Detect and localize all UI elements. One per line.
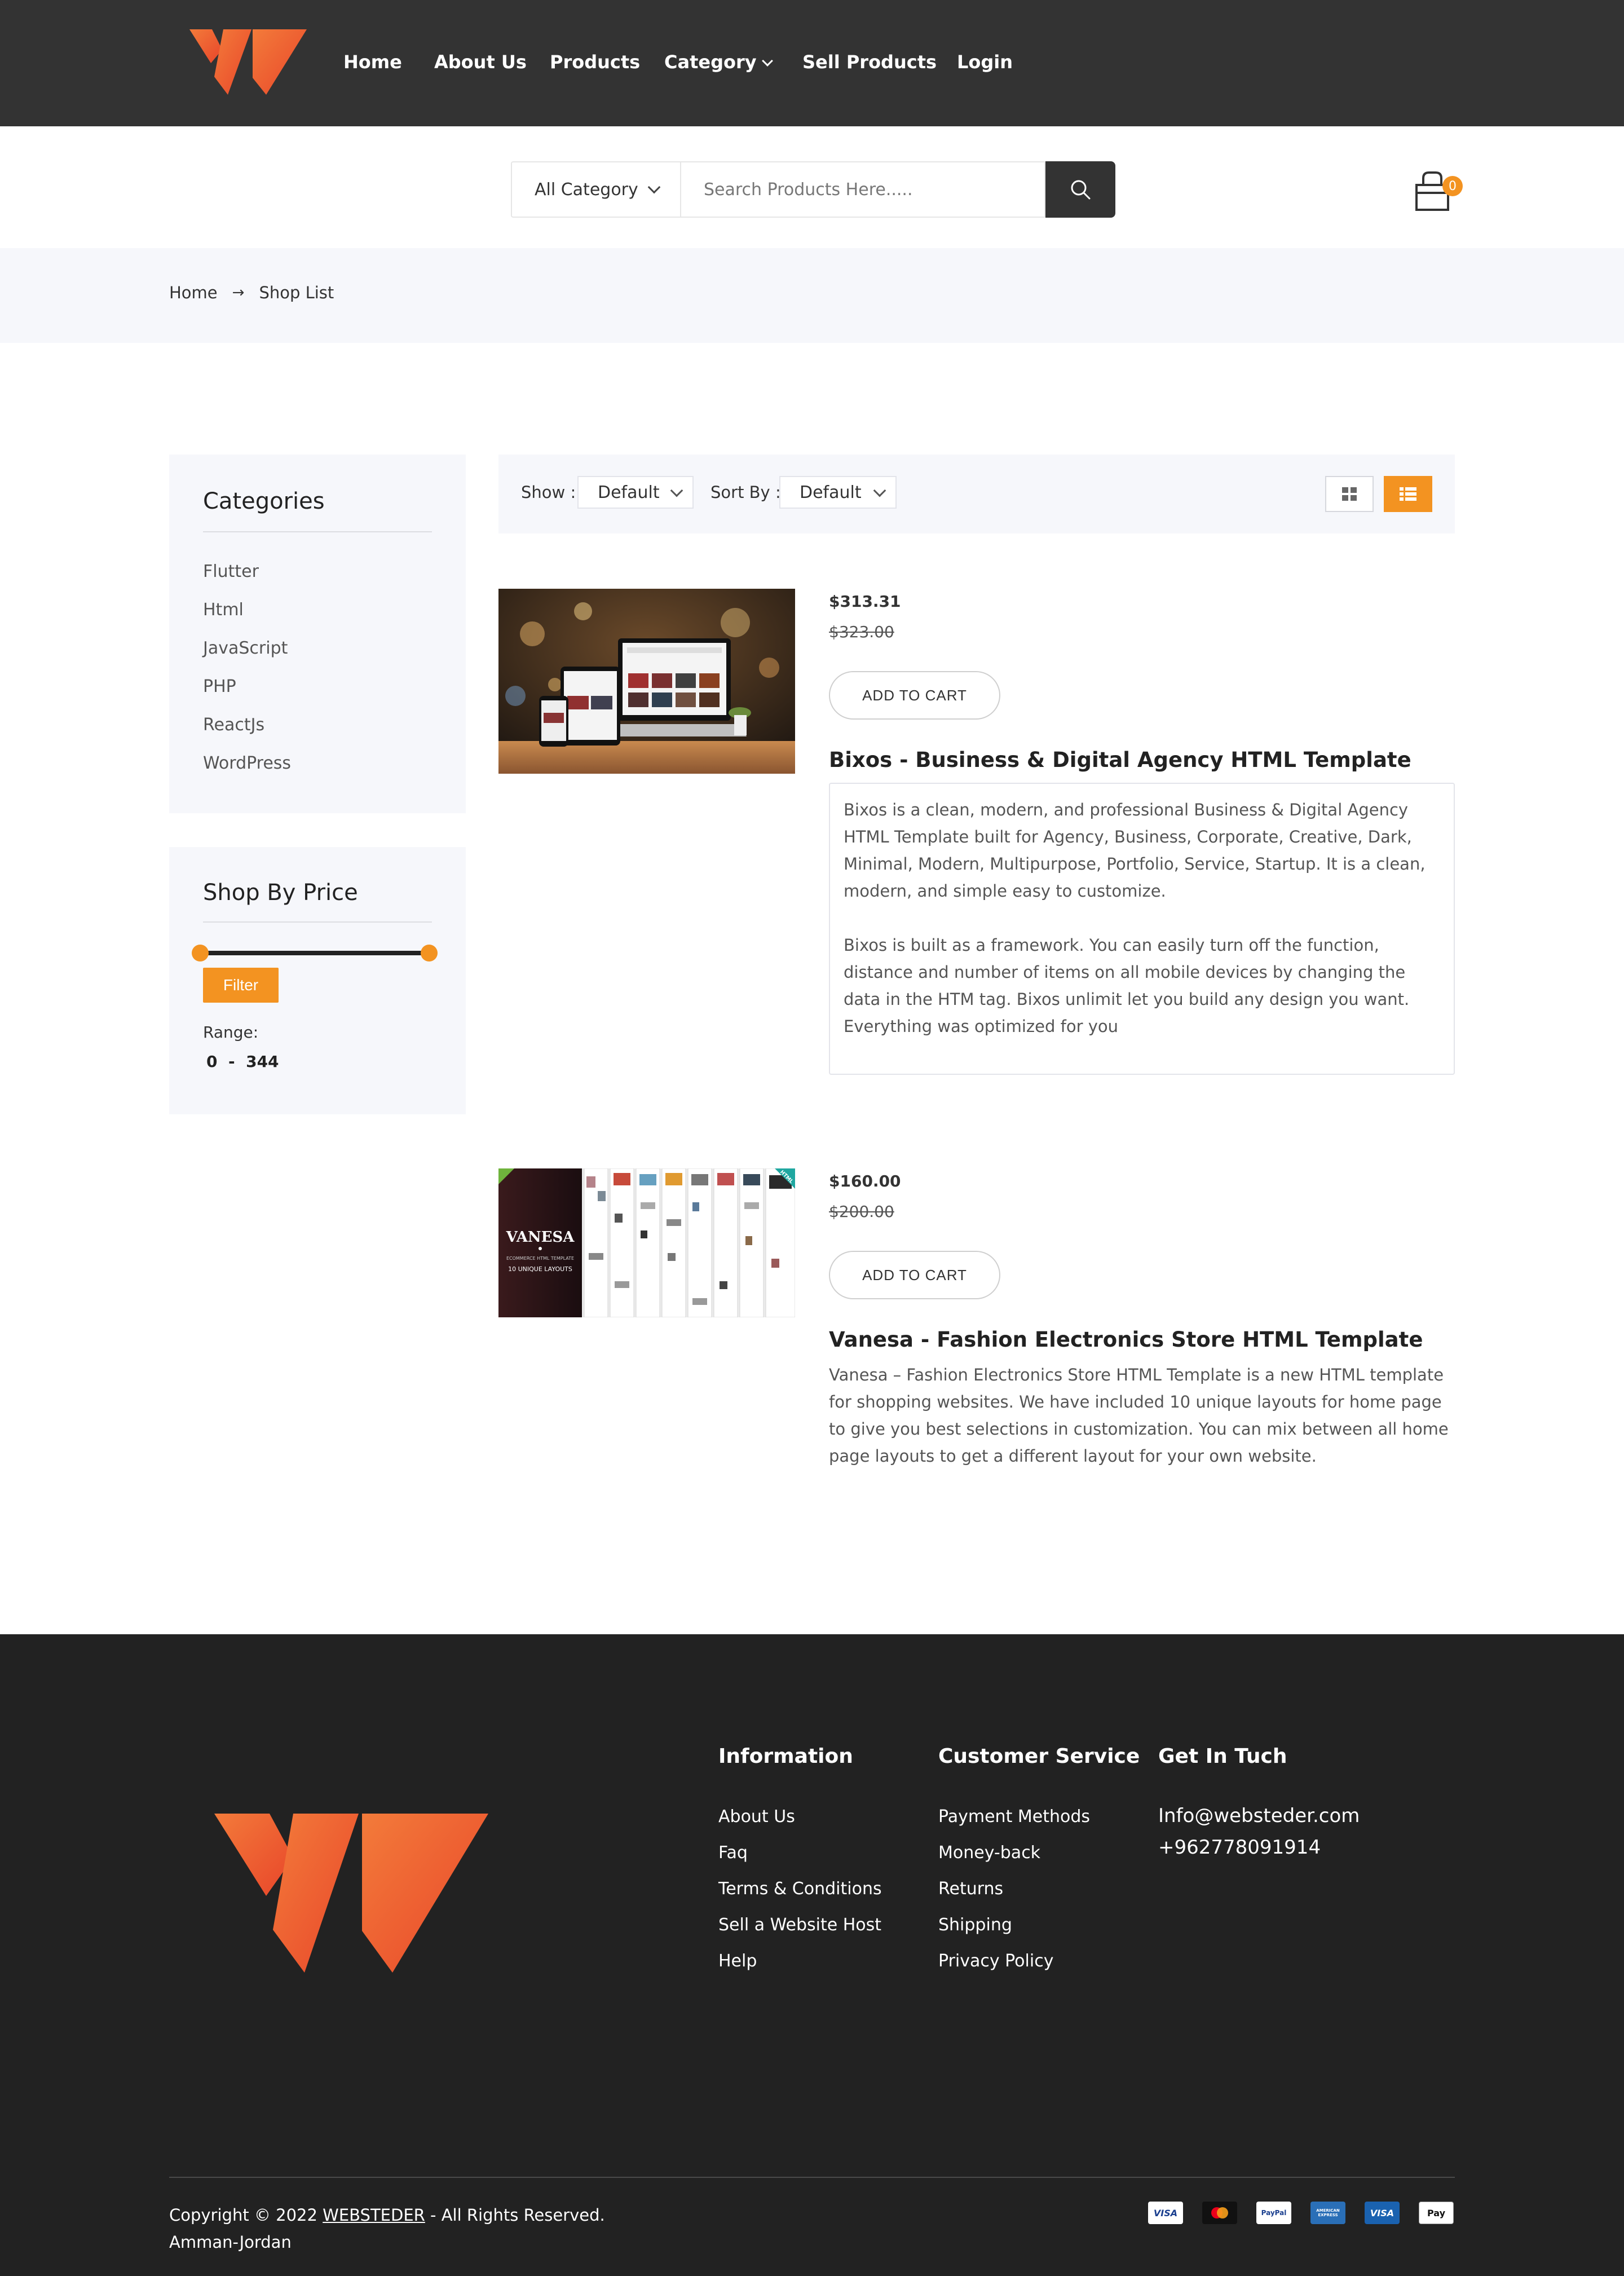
footer-phone[interactable]: +962778091914 (1158, 1836, 1321, 1859)
footer-logo[interactable] (214, 1811, 488, 1975)
footer-divider (169, 2177, 1455, 2178)
product-thumbnail-bixos (498, 589, 795, 774)
category-link-html[interactable]: Html (203, 600, 244, 620)
product-description: Bixos is built as a framework. You can e… (844, 936, 1410, 1036)
footer-link-about-us[interactable]: About Us (718, 1807, 795, 1827)
category-link-wordpress[interactable]: WordPress (203, 753, 291, 773)
thumb-brand: VANESA (506, 1229, 575, 1246)
breadcrumb-home[interactable]: Home (169, 283, 218, 302)
product-title[interactable]: Vanesa - Fashion Electronics Store HTML … (829, 1327, 1423, 1352)
product-thumbnail-vanesa: VANESA ECOMMERCE HTML TEMPLATE 10 UNIQUE… (498, 1168, 795, 1317)
chevron-down-icon (761, 55, 773, 67)
chevron-down-icon (670, 484, 683, 497)
product-old-price: $200.00 (829, 1202, 894, 1221)
copyright-brand-link[interactable]: WEBSTEDER (323, 2206, 425, 2225)
site-logo[interactable] (189, 27, 307, 97)
divider (203, 921, 432, 923)
breadcrumb-current: Shop List (259, 283, 334, 302)
product-description: Bixos is a clean, modern, and profession… (844, 800, 1426, 901)
categories-title: Categories (203, 488, 325, 514)
footer-link-faq[interactable]: Faq (718, 1843, 748, 1863)
list-view-button[interactable] (1384, 476, 1432, 512)
sort-select-value: Default (800, 482, 862, 502)
footer-link-privacy-policy[interactable]: Privacy Policy (938, 1951, 1053, 1971)
nav-category-label: Category (664, 51, 757, 73)
product-description: Vanesa – Fashion Electronics Store HTML … (829, 1365, 1449, 1466)
filter-button[interactable]: Filter (203, 968, 279, 1003)
product-description-box: Bixos is a clean, modern, and profession… (829, 783, 1455, 1075)
arrow-right-icon: → (232, 284, 245, 301)
footer-link-help[interactable]: Help (718, 1951, 757, 1971)
add-to-cart-button[interactable]: ADD TO CART (829, 1251, 1000, 1299)
thumb-subtitle: ECOMMERCE HTML TEMPLATE (506, 1256, 574, 1261)
footer-link-terms[interactable]: Terms & Conditions (718, 1879, 882, 1899)
nav-about-us[interactable]: About Us (434, 48, 527, 76)
nav-home[interactable]: Home (343, 48, 402, 76)
footer-location: Amman-Jordan (169, 2233, 292, 2252)
product-title[interactable]: Bixos - Business & Digital Agency HTML T… (829, 748, 1411, 772)
price-range-max-handle[interactable] (421, 945, 438, 961)
shop-toolbar: Show : Default Sort By : Default (498, 455, 1455, 533)
footer-link-returns[interactable]: Returns (938, 1879, 1003, 1899)
apple-pay-icon: Pay (1419, 2202, 1454, 2224)
sort-label: Sort By : (710, 483, 781, 502)
show-select-value: Default (598, 482, 660, 502)
range-label: Range: (203, 1023, 259, 1042)
sort-select[interactable]: Default (779, 476, 897, 509)
product-image-bixos[interactable] (498, 589, 795, 774)
nav-sell-products[interactable]: Sell Products (802, 48, 937, 76)
category-select-value: All Category (535, 179, 638, 200)
list-view-icon (1400, 487, 1416, 501)
cart-count-badge: 0 (1442, 176, 1463, 196)
breadcrumb: Home → Shop List (169, 283, 334, 302)
show-label: Show : (521, 483, 576, 502)
show-select[interactable]: Default (577, 476, 694, 509)
cart-button[interactable]: 0 (1414, 168, 1465, 213)
footer-link-money-back[interactable]: Money-back (938, 1843, 1040, 1863)
product-price: $313.31 (829, 592, 901, 611)
categories-panel: Categories Flutter Html JavaScript PHP R… (169, 455, 466, 813)
range-value: 0 - 344 (206, 1052, 279, 1071)
nav-products[interactable]: Products (550, 48, 640, 76)
paypal-payment-icon: PayPal (1256, 2202, 1291, 2224)
category-select[interactable]: All Category (511, 161, 680, 218)
mastercard-payment-icon (1202, 2202, 1237, 2224)
footer-contact-title: Get In Tuch (1158, 1745, 1287, 1768)
visa-payment-icon: VISA (1148, 2202, 1183, 2224)
price-filter-title: Shop By Price (203, 880, 358, 906)
search-button[interactable] (1045, 161, 1115, 218)
footer-link-shipping[interactable]: Shipping (938, 1915, 1012, 1935)
price-range-min-handle[interactable] (192, 945, 209, 961)
copyright-text: Copyright © 2022 (169, 2206, 323, 2225)
chevron-down-icon (647, 180, 661, 194)
footer-email[interactable]: Info@websteder.com (1158, 1805, 1360, 1827)
category-link-flutter[interactable]: Flutter (203, 562, 259, 581)
price-range-track[interactable] (200, 951, 429, 955)
copyright-rights: - All Rights Reserved. (425, 2206, 605, 2225)
visa-electron-payment-icon: VISA (1365, 2202, 1400, 2224)
footer-link-payment-methods[interactable]: Payment Methods (938, 1807, 1090, 1827)
copyright: Copyright © 2022 WEBSTEDER - All Rights … (169, 2202, 605, 2256)
product-image-vanesa[interactable]: VANESA ECOMMERCE HTML TEMPLATE 10 UNIQUE… (498, 1168, 795, 1317)
nav-category[interactable]: Category (664, 48, 773, 76)
grid-view-icon (1342, 487, 1357, 501)
add-to-cart-button[interactable]: ADD TO CART (829, 671, 1000, 720)
chevron-down-icon (873, 484, 886, 497)
amex-payment-icon: AMERICAN EXPRESS (1310, 2202, 1345, 2224)
product-old-price: $323.00 (829, 623, 894, 641)
footer-customer-service-title: Customer Service (938, 1745, 1140, 1768)
divider (203, 531, 432, 532)
footer-link-sell-host[interactable]: Sell a Website Host (718, 1915, 881, 1935)
grid-view-button[interactable] (1325, 476, 1374, 512)
footer-information-title: Information (718, 1745, 853, 1768)
search-bar: All Category (511, 161, 1115, 218)
category-link-php[interactable]: PHP (203, 677, 236, 696)
search-input[interactable] (680, 161, 1045, 218)
nav-login[interactable]: Login (957, 48, 1013, 76)
product-price: $160.00 (829, 1172, 901, 1190)
thumb-tagline: 10 UNIQUE LAYOUTS (508, 1265, 572, 1273)
category-link-reactjs[interactable]: ReactJs (203, 715, 264, 735)
search-icon (1071, 180, 1091, 200)
category-link-javascript[interactable]: JavaScript (203, 638, 288, 658)
